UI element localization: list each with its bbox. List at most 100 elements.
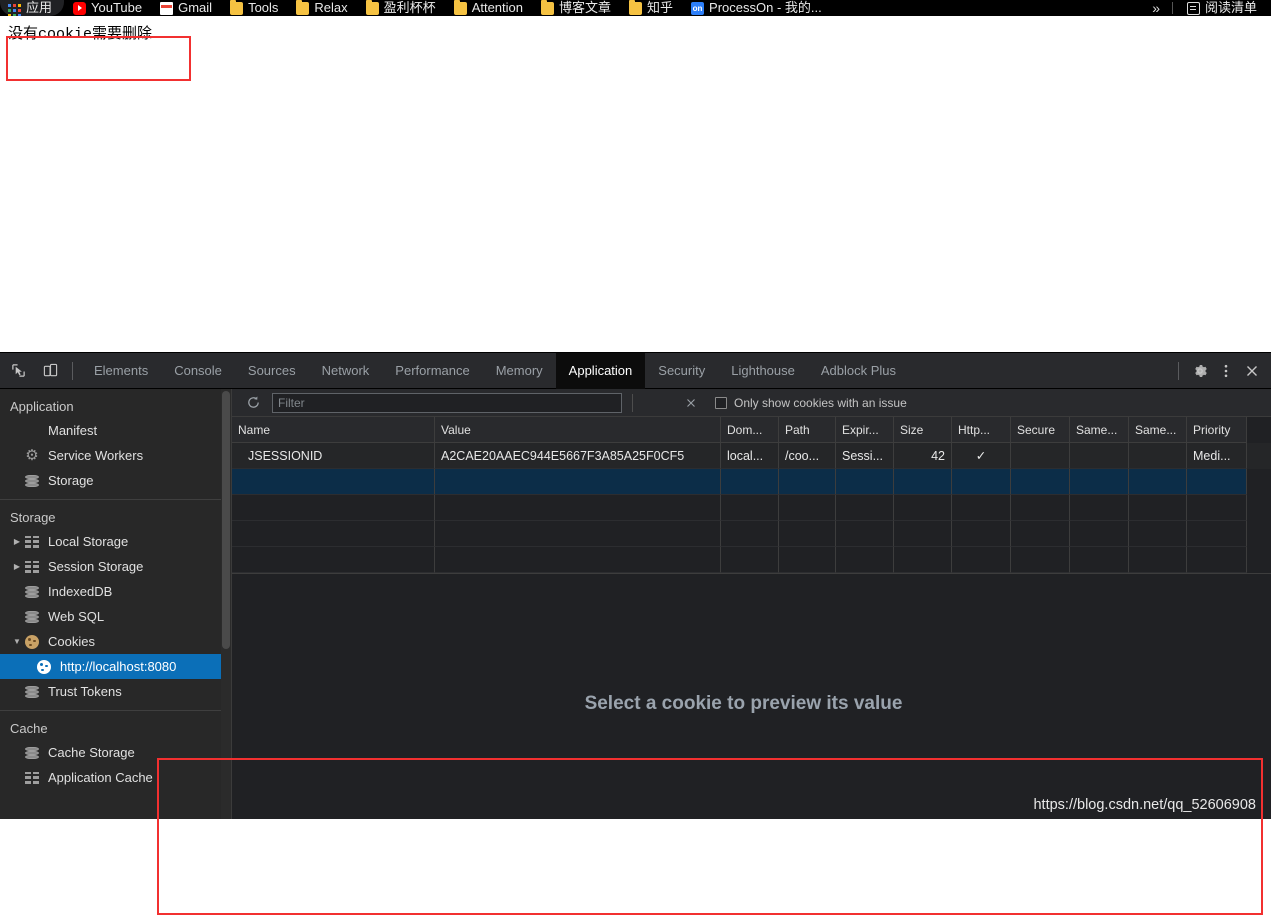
- sidebar-item-cookies[interactable]: ▼ Cookies: [0, 629, 231, 654]
- tab-memory[interactable]: Memory: [483, 353, 556, 389]
- toolbar-divider: [632, 393, 633, 412]
- column-header-size[interactable]: Size: [894, 417, 952, 443]
- bookmark-youtube[interactable]: YouTube: [64, 0, 151, 16]
- only-show-issues-checkbox[interactable]: Only show cookies with an issue: [715, 396, 907, 410]
- sidebar-item-session-storage[interactable]: ▶ Session Storage: [0, 554, 231, 579]
- bookmark-relax[interactable]: Relax: [287, 0, 356, 16]
- cookies-data-grid[interactable]: Name Value Dom... Path Expir... Size Htt…: [232, 417, 1271, 574]
- cell-domain[interactable]: local...: [721, 443, 779, 469]
- cell-httponly[interactable]: ✓: [952, 443, 1011, 469]
- bookmark-apps[interactable]: 应用: [0, 0, 65, 16]
- cell-empty: [1187, 521, 1247, 547]
- column-header-path[interactable]: Path: [779, 417, 836, 443]
- bookmark-processon[interactable]: on ProcessOn - 我的...: [682, 0, 831, 16]
- table-row[interactable]: JSESSIONID A2CAE20AAEC944E5667F3A85A25F0…: [232, 443, 1271, 469]
- cell-size[interactable]: 42: [894, 443, 952, 469]
- bookmark-yinglibeibei[interactable]: 盈利杯杯: [357, 0, 445, 16]
- bookmark-label: YouTube: [91, 0, 143, 15]
- cell-secure[interactable]: [1011, 443, 1070, 469]
- database-icon: [24, 584, 40, 600]
- table-row[interactable]: [232, 495, 1271, 521]
- close-icon[interactable]: [1239, 358, 1265, 384]
- tab-lighthouse[interactable]: Lighthouse: [718, 353, 808, 389]
- chevron-right-icon[interactable]: ▶: [10, 562, 24, 571]
- cell-expires[interactable]: Sessi...: [836, 443, 894, 469]
- cell-priority[interactable]: [1187, 469, 1247, 495]
- tab-performance[interactable]: Performance: [382, 353, 482, 389]
- tab-adblock-plus[interactable]: Adblock Plus: [808, 353, 909, 389]
- clear-icon[interactable]: [681, 393, 701, 413]
- sidebar-item-indexeddb[interactable]: IndexedDB: [0, 579, 231, 604]
- folder-icon: [296, 0, 310, 15]
- tab-elements[interactable]: Elements: [81, 353, 161, 389]
- sidebar-scrollbar-thumb[interactable]: [222, 391, 230, 649]
- sidebar-item-manifest[interactable]: Manifest: [0, 418, 231, 443]
- bookmark-label: Attention: [471, 0, 524, 15]
- column-header-samesite[interactable]: Same...: [1070, 417, 1129, 443]
- refresh-icon[interactable]: [242, 392, 264, 414]
- sidebar-item-localhost-8080[interactable]: http://localhost:8080: [0, 654, 231, 679]
- cell-name[interactable]: [232, 469, 435, 495]
- cell-expires[interactable]: [836, 469, 894, 495]
- more-vertical-icon[interactable]: [1213, 358, 1239, 384]
- column-header-domain[interactable]: Dom...: [721, 417, 779, 443]
- cell-empty: [1011, 521, 1070, 547]
- sidebar-item-application-cache[interactable]: Application Cache: [0, 765, 231, 790]
- sidebar-item-cache-storage[interactable]: Cache Storage: [0, 740, 231, 765]
- column-header-value[interactable]: Value: [435, 417, 721, 443]
- tab-sources[interactable]: Sources: [235, 353, 309, 389]
- table-row[interactable]: [232, 469, 1271, 495]
- gear-icon[interactable]: [1187, 358, 1213, 384]
- sidebar-item-storage[interactable]: Storage: [0, 468, 231, 493]
- table-row[interactable]: [232, 547, 1271, 573]
- cell-httponly[interactable]: [952, 469, 1011, 495]
- checkbox-box[interactable]: [715, 396, 727, 409]
- devtools-body: Application Manifest ⚙ Service Workers S…: [0, 389, 1271, 819]
- chevron-right-icon[interactable]: ▶: [10, 537, 24, 546]
- sidebar-item-local-storage[interactable]: ▶ Local Storage: [0, 529, 231, 554]
- bookmark-blog-articles[interactable]: 博客文章: [532, 0, 620, 16]
- cell-samesite[interactable]: [1070, 443, 1129, 469]
- column-header-expires[interactable]: Expir...: [836, 417, 894, 443]
- column-header-httponly[interactable]: Http...: [952, 417, 1011, 443]
- tab-console[interactable]: Console: [161, 353, 235, 389]
- bookmark-attention[interactable]: Attention: [445, 0, 532, 16]
- cell-domain[interactable]: [721, 469, 779, 495]
- cell-samesite[interactable]: [1070, 469, 1129, 495]
- cell-value[interactable]: A2CAE20AAEC944E5667F3A85A25F0CF5: [435, 443, 721, 469]
- column-header-sameparty[interactable]: Same...: [1129, 417, 1187, 443]
- column-header-name[interactable]: Name: [232, 417, 435, 443]
- cell-sameparty[interactable]: [1129, 469, 1187, 495]
- cell-secure[interactable]: [1011, 469, 1070, 495]
- column-header-secure[interactable]: Secure: [1011, 417, 1070, 443]
- tab-network[interactable]: Network: [309, 353, 383, 389]
- youtube-icon: [73, 1, 87, 15]
- cell-name[interactable]: JSESSIONID: [232, 443, 435, 469]
- tab-security[interactable]: Security: [645, 353, 718, 389]
- reading-list-button[interactable]: 阅读清单: [1178, 0, 1271, 16]
- sidebar-item-trust-tokens[interactable]: Trust Tokens: [0, 679, 231, 704]
- cell-value[interactable]: [435, 469, 721, 495]
- inspect-element-icon[interactable]: [4, 357, 32, 385]
- cell-size[interactable]: [894, 469, 952, 495]
- database-icon: [24, 745, 40, 761]
- bookmark-gmail[interactable]: Gmail: [151, 0, 221, 16]
- cell-sameparty[interactable]: [1129, 443, 1187, 469]
- sidebar-item-service-workers[interactable]: ⚙ Service Workers: [0, 443, 231, 468]
- device-toolbar-icon[interactable]: [36, 357, 64, 385]
- sidebar-scrollbar[interactable]: [221, 389, 231, 819]
- cell-empty: [952, 547, 1011, 573]
- filter-input[interactable]: [272, 392, 622, 413]
- cell-path[interactable]: /coo...: [779, 443, 836, 469]
- cell-priority[interactable]: Medi...: [1187, 443, 1247, 469]
- sidebar-item-web-sql[interactable]: Web SQL: [0, 604, 231, 629]
- table-row[interactable]: [232, 521, 1271, 547]
- column-header-priority[interactable]: Priority: [1187, 417, 1247, 443]
- cell-empty: [1011, 547, 1070, 573]
- bookmark-tools[interactable]: Tools: [221, 0, 287, 16]
- chevron-down-icon[interactable]: ▼: [10, 637, 24, 646]
- bookmark-zhihu[interactable]: 知乎: [620, 0, 682, 16]
- cell-path[interactable]: [779, 469, 836, 495]
- bookmarks-overflow-button[interactable]: »: [1146, 0, 1167, 16]
- tab-application[interactable]: Application: [555, 352, 646, 389]
